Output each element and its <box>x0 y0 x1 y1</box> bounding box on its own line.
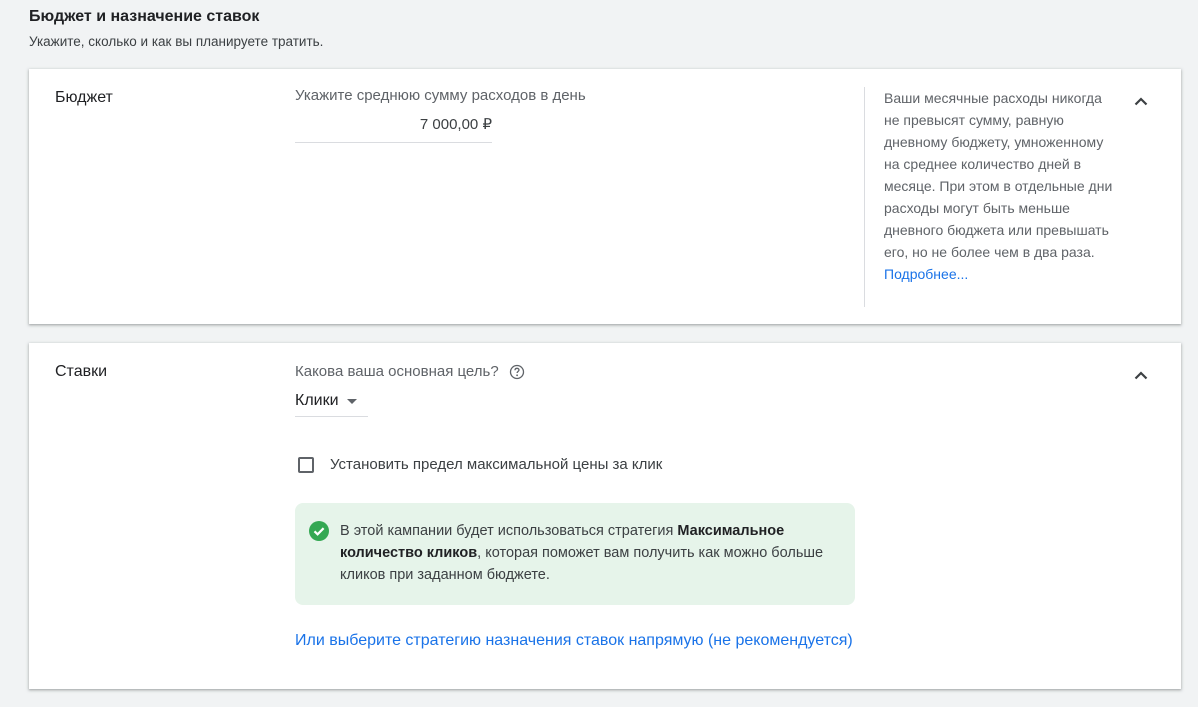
goal-question-row: Какова ваша основная цель? <box>295 363 525 380</box>
page-subtitle: Укажите, сколько и как вы планируете тра… <box>29 34 324 49</box>
daily-budget-label: Укажите среднюю сумму расходов в день <box>295 87 586 104</box>
budget-help-text: Ваши месячные расходы никогда не превыся… <box>884 90 1113 260</box>
goal-question-label: Какова ваша основная цель? <box>295 363 499 380</box>
help-circle-icon[interactable] <box>509 364 525 380</box>
page-title: Бюджет и назначение ставок <box>29 8 260 25</box>
bids-card: Ставки Какова ваша основная цель? Клики … <box>29 343 1181 689</box>
goal-select-value: Клики <box>295 392 339 409</box>
page-header: Бюджет и назначение ставок Укажите, скол… <box>29 7 323 51</box>
strategy-info-prefix: В этой кампании будет использоваться стр… <box>340 523 678 539</box>
budget-help-panel: Ваши месячные расходы никогда не превыся… <box>864 87 1134 307</box>
daily-budget-input[interactable] <box>295 113 496 135</box>
max-cpc-row[interactable]: Установить предел максимальной цены за к… <box>298 456 662 473</box>
budget-section-title: Бюджет <box>55 89 113 106</box>
chevron-up-icon <box>1134 370 1148 379</box>
daily-budget-field <box>295 113 496 143</box>
learn-more-link[interactable]: Подробнее... <box>884 266 968 282</box>
budget-collapse-button[interactable] <box>1129 89 1153 113</box>
chevron-up-icon <box>1134 96 1148 105</box>
strategy-info-box: В этой кампании будет использоваться стр… <box>295 503 855 605</box>
goal-select[interactable]: Клики <box>295 386 368 417</box>
max-cpc-label: Установить предел максимальной цены за к… <box>330 456 663 473</box>
check-circle-icon <box>309 521 329 541</box>
direct-strategy-link[interactable]: Или выберите стратегию назначения ставок… <box>295 632 853 650</box>
arrow-drop-down-icon <box>346 398 357 404</box>
budget-card: Бюджет Укажите среднюю сумму расходов в … <box>29 69 1181 324</box>
max-cpc-checkbox[interactable] <box>298 456 314 473</box>
strategy-info-text: В этой кампании будет использоваться стр… <box>340 523 823 583</box>
bids-collapse-button[interactable] <box>1129 363 1153 387</box>
bids-section-title: Ставки <box>55 363 108 380</box>
